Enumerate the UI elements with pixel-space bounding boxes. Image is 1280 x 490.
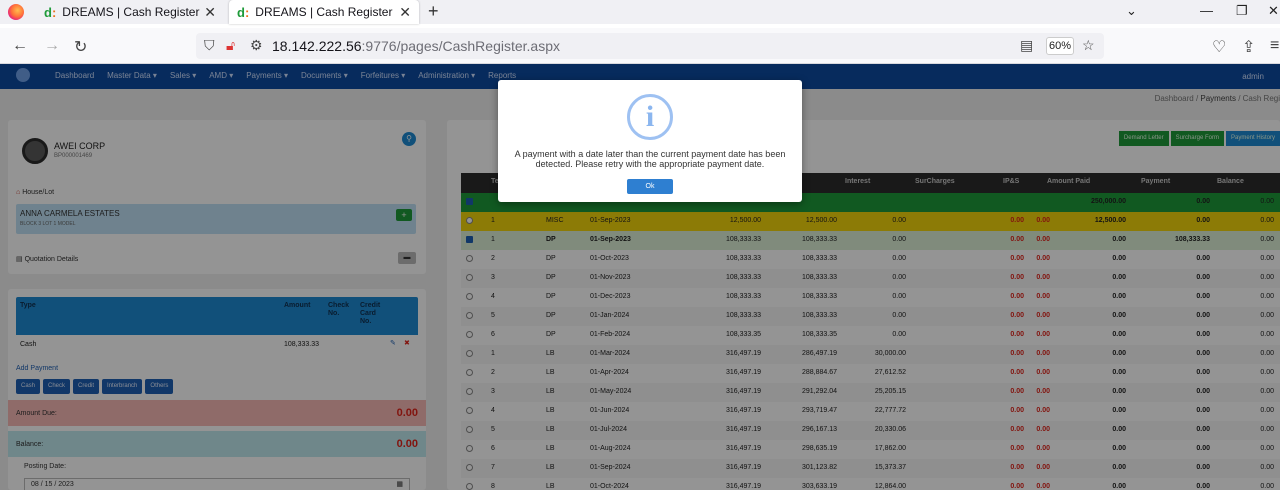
restore-icon[interactable]: ❐ [1236,3,1248,19]
info-icon: i [627,94,673,140]
tab-list-chevron-icon[interactable]: ⌄ [1126,3,1137,19]
url-text[interactable]: 18.142.222.56:9776/pages/CashRegister.as… [272,38,560,54]
close-window-icon[interactable]: ✕ [1268,3,1279,19]
browser-tab-active[interactable]: d: DREAMS | Cash Register ✕ [229,0,419,24]
url-bar[interactable]: ⛉ 🔓︎ ⚙ 18.142.222.56:9776/pages/CashRegi… [196,33,1104,59]
insecure-lock-icon[interactable]: 🔓︎ [226,37,235,54]
minimize-icon[interactable]: — [1200,3,1213,18]
ok-button[interactable]: Ok [627,179,673,194]
url-path: :9776/pages/CashRegister.aspx [361,38,560,54]
extensions-icon[interactable]: ⇪ [1242,37,1255,57]
tab-title: DREAMS | Cash Register [255,5,393,19]
firefox-logo-icon[interactable] [8,4,24,20]
bookmark-star-icon[interactable]: ☆ [1082,37,1095,54]
browser-tab[interactable]: d: DREAMS | Cash Register ✕ [36,0,224,24]
zoom-level[interactable]: 60% [1046,37,1074,55]
alert-dialog: i A payment with a date later than the c… [498,80,802,202]
close-tab-icon[interactable]: ✕ [399,4,411,21]
close-tab-icon[interactable]: ✕ [204,4,216,21]
shield-icon[interactable]: ⛉ [204,37,215,54]
dreams-favicon-icon: d: [44,4,57,20]
browser-tab-bar: d: DREAMS | Cash Register ✕ d: DREAMS | … [0,0,1280,24]
url-host: 18.142.222.56 [272,38,362,54]
permissions-icon[interactable]: ⚙ [250,37,263,54]
new-tab-icon[interactable]: + [428,1,439,22]
tab-title: DREAMS | Cash Register [62,5,200,19]
forward-icon[interactable]: → [44,37,60,55]
back-icon[interactable]: ← [12,37,28,55]
pocket-icon[interactable]: ♡ [1212,37,1226,57]
alert-message: A payment with a date later than the cur… [514,149,786,169]
reload-icon[interactable]: ↻ [74,37,87,57]
reader-view-icon[interactable]: ▤ [1020,37,1033,54]
menu-icon[interactable]: ≡ [1270,37,1279,55]
dreams-favicon-icon: d: [237,4,250,20]
